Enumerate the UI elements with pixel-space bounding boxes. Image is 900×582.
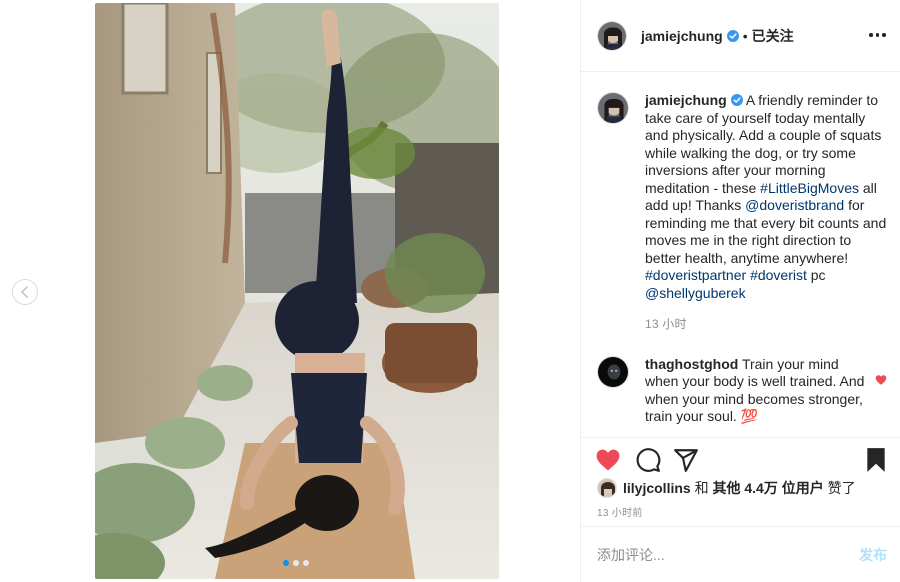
commenter-avatar[interactable] [597, 355, 629, 388]
caption-avatar[interactable] [597, 92, 629, 124]
author-avatar[interactable] [597, 20, 627, 51]
caption-username[interactable]: jamiejchung [645, 92, 727, 108]
following-button[interactable]: 已关注 [752, 26, 794, 46]
hashtag-link[interactable]: #doverist [750, 267, 807, 283]
share-icon[interactable] [673, 447, 699, 473]
post-comment-button[interactable]: 发布 [859, 545, 887, 565]
media-panel [0, 0, 580, 582]
comment-like-icon[interactable] [875, 374, 887, 386]
save-bookmark-icon[interactable] [863, 447, 889, 473]
author-username[interactable]: jamiejchung [641, 28, 723, 44]
commenter-username[interactable]: thaghostghod [645, 356, 738, 372]
likes-summary: lilyjcollins 和 其他 4.4万 位用户 赞了 [597, 478, 856, 498]
comments-section: jamiejchung A friendly reminder to take … [581, 72, 900, 436]
action-bar [581, 437, 900, 477]
caption-body: jamiejchung A friendly reminder to take … [645, 92, 887, 334]
post-sidebar: jamiejchung • 已关注 jamiejchung A friendly… [580, 0, 900, 582]
post-header: jamiejchung • 已关注 [581, 0, 900, 72]
hashtag-link[interactable]: #LittleBigMoves [760, 180, 859, 196]
comment-item: thaghostghod Train your mind when your b… [597, 355, 887, 426]
post-timestamp[interactable]: 13 小时前 [597, 504, 643, 519]
post-photo[interactable] [95, 3, 499, 579]
likes-connector: 和 [690, 480, 713, 496]
mention-link[interactable]: @shellyguberek [645, 285, 746, 301]
add-comment-input[interactable] [597, 546, 859, 563]
verified-badge-icon [730, 94, 743, 106]
add-comment-bar: 发布 [581, 526, 900, 582]
likes-others-link[interactable]: 其他 4.4万 位用户 [712, 478, 823, 498]
carousel-dot-active [283, 560, 289, 566]
comment-body: thaghostghod Train your mind when your b… [645, 356, 875, 426]
likes-suffix: 赞了 [823, 480, 856, 496]
liker-username[interactable]: lilyjcollins [623, 480, 691, 496]
carousel-indicator [283, 560, 309, 566]
comment-emoji: 💯 [740, 408, 759, 424]
carousel-dot [293, 560, 299, 566]
header-separator: • [742, 27, 748, 44]
post-modal: jamiejchung • 已关注 jamiejchung A friendly… [0, 0, 900, 582]
like-filled-icon[interactable] [595, 447, 621, 473]
mention-link[interactable]: @doveristbrand [745, 197, 844, 213]
carousel-prev-button[interactable] [12, 279, 38, 305]
comment-icon[interactable] [635, 447, 661, 473]
verified-badge-icon [726, 29, 739, 42]
caption-time[interactable]: 13 小时 [645, 316, 887, 334]
liker-avatar[interactable] [597, 478, 617, 498]
hashtag-link[interactable]: #doveristpartner [645, 267, 746, 283]
carousel-dot [303, 560, 309, 566]
caption-text: pc [806, 267, 826, 283]
more-options-icon[interactable] [869, 29, 887, 41]
caption: jamiejchung A friendly reminder to take … [597, 92, 887, 334]
chevron-left-icon [21, 286, 28, 298]
